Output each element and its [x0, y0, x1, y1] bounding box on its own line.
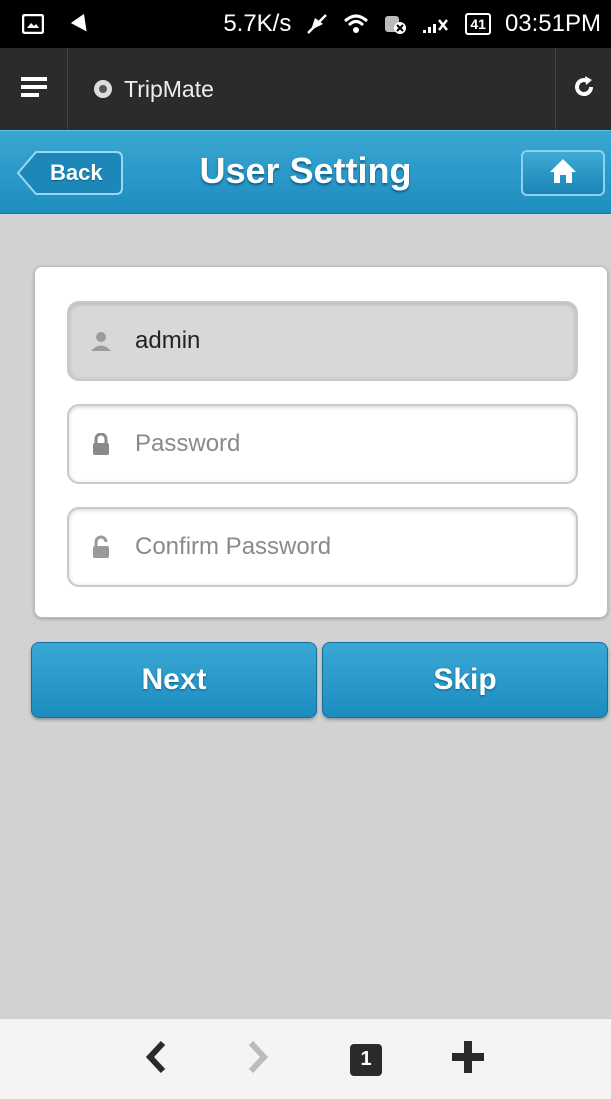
site-icon — [94, 80, 112, 98]
chevron-right-icon — [247, 1040, 269, 1079]
password-input[interactable] — [135, 430, 535, 458]
lock-icon — [89, 432, 113, 456]
network-icon — [421, 14, 451, 34]
new-tab-button[interactable] — [438, 1019, 498, 1099]
status-bar: 5.7K/s 41 03:51PM — [0, 0, 611, 48]
signal-off-icon — [70, 13, 94, 35]
home-icon — [548, 157, 578, 190]
menu-icon — [20, 76, 47, 102]
app-header: Back User Setting — [0, 130, 611, 214]
user-setting-form: admin — [34, 266, 608, 618]
tabs-button[interactable]: 1 — [336, 1019, 396, 1099]
reload-button[interactable] — [555, 48, 611, 130]
nav-back-button[interactable] — [126, 1019, 186, 1099]
chevron-left-icon — [145, 1040, 167, 1079]
plus-icon — [451, 1040, 485, 1079]
notification-off-icon — [305, 12, 329, 36]
confirm-password-field[interactable] — [67, 507, 578, 587]
wifi-icon — [343, 13, 369, 35]
image-icon — [22, 14, 44, 34]
username-field[interactable]: admin — [67, 301, 578, 381]
tab-count: 1 — [350, 1043, 382, 1076]
site-identity[interactable]: TripMate — [68, 76, 214, 103]
skip-button[interactable]: Skip — [322, 642, 608, 718]
clock: 03:51PM — [504, 10, 601, 37]
home-button[interactable] — [521, 150, 605, 196]
network-speed: 5.7K/s — [223, 10, 292, 37]
browser-bottom-nav: 1 — [0, 1018, 611, 1099]
page-title: User Setting — [199, 150, 412, 191]
battery-indicator: 41 — [465, 13, 491, 35]
lock-open-icon — [89, 535, 113, 559]
menu-button[interactable] — [0, 48, 68, 130]
nav-forward-button[interactable] — [228, 1019, 288, 1099]
user-icon — [89, 329, 113, 353]
site-name: TripMate — [124, 75, 214, 102]
password-field[interactable] — [67, 404, 578, 484]
sim-icon — [383, 13, 407, 35]
username-value: admin — [135, 327, 201, 354]
browser-toolbar: TripMate — [0, 48, 611, 130]
next-button[interactable]: Next — [31, 642, 317, 718]
reload-icon — [572, 75, 596, 104]
confirm-password-input[interactable] — [135, 533, 535, 561]
